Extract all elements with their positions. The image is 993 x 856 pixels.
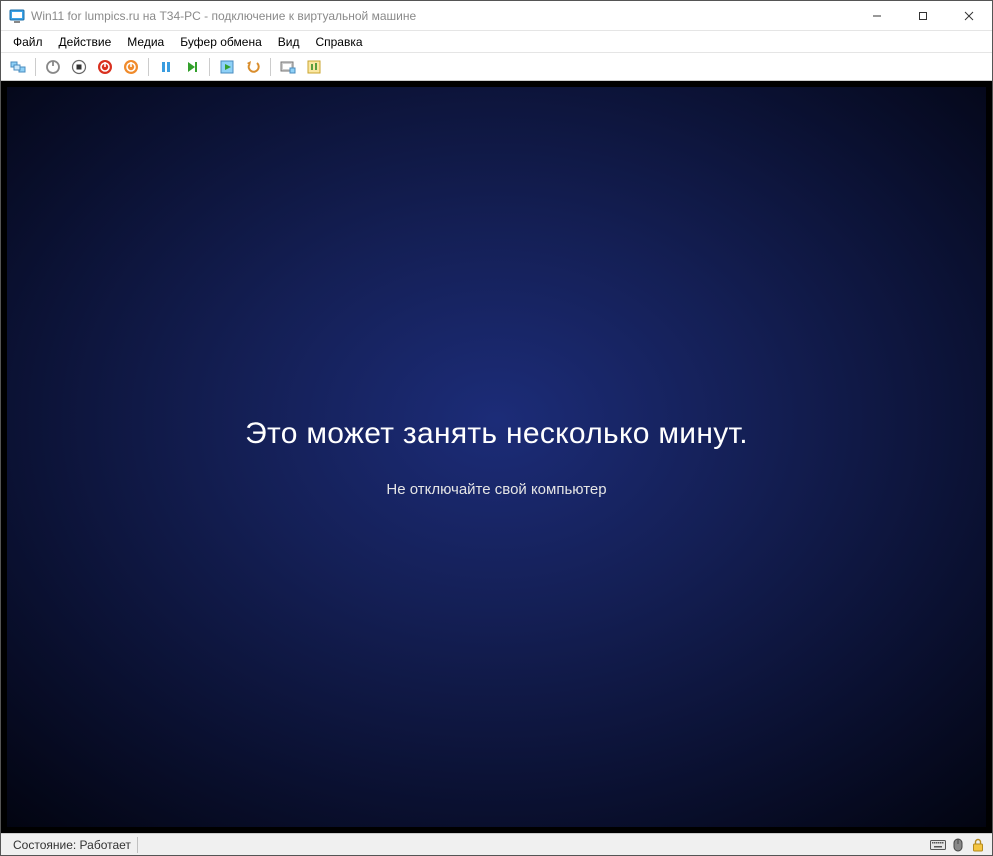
window-controls (854, 1, 992, 30)
app-window: Win11 for lumpics.ru на T34-PC - подключ… (1, 1, 992, 855)
vm-app-icon (9, 8, 25, 24)
menu-view[interactable]: Вид (270, 33, 308, 51)
revert-icon[interactable] (242, 56, 264, 78)
share-icon[interactable] (303, 56, 325, 78)
toolbar-separator (148, 58, 149, 76)
save-icon[interactable] (120, 56, 142, 78)
setup-subtext: Не отключайте свой компьютер (386, 481, 606, 498)
checkpoint-icon[interactable] (216, 56, 238, 78)
menu-media[interactable]: Медиа (119, 33, 172, 51)
close-button[interactable] (946, 1, 992, 30)
start-icon[interactable] (42, 56, 64, 78)
turn-off-icon[interactable] (68, 56, 90, 78)
setup-heading: Это может занять несколько минут. (245, 417, 748, 451)
ctrl-alt-del-icon[interactable] (7, 56, 29, 78)
toolbar-separator (35, 58, 36, 76)
menu-action[interactable]: Действие (51, 33, 120, 51)
toolbar-separator (270, 58, 271, 76)
menu-file[interactable]: Файл (5, 33, 51, 51)
window-title: Win11 for lumpics.ru на T34-PC - подключ… (31, 9, 854, 23)
maximize-button[interactable] (900, 1, 946, 30)
keyboard-icon (930, 837, 946, 853)
menu-help[interactable]: Справка (307, 33, 370, 51)
statusbar: Состояние: Работает (1, 833, 992, 855)
reset-icon[interactable] (181, 56, 203, 78)
minimize-button[interactable] (854, 1, 900, 30)
titlebar: Win11 for lumpics.ru на T34-PC - подключ… (1, 1, 992, 31)
toolbar-separator (209, 58, 210, 76)
toolbar (1, 53, 992, 81)
shutdown-icon[interactable] (94, 56, 116, 78)
mouse-icon (950, 837, 966, 853)
status-state: Состояние: Работает (7, 837, 138, 853)
menubar: Файл Действие Медиа Буфер обмена Вид Спр… (1, 31, 992, 53)
pause-icon[interactable] (155, 56, 177, 78)
menu-clipboard[interactable]: Буфер обмена (172, 33, 270, 51)
vm-guest-screen[interactable]: Это может занять несколько минут. Не отк… (7, 87, 986, 827)
vm-display-frame: Это может занять несколько минут. Не отк… (1, 81, 992, 833)
lock-icon (970, 837, 986, 853)
enhanced-session-icon[interactable] (277, 56, 299, 78)
